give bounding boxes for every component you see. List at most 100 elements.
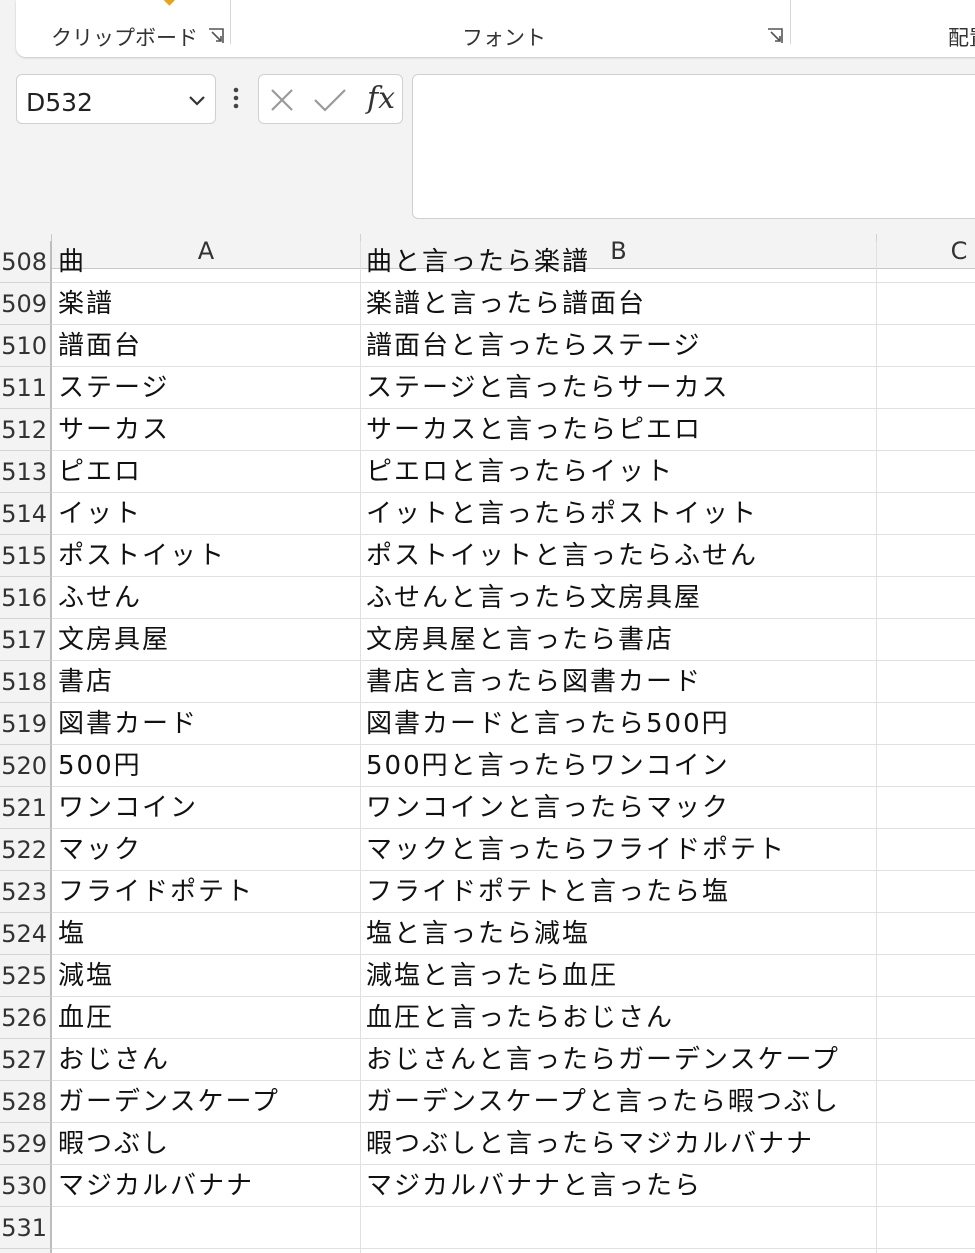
cell-a[interactable]: ふせん — [52, 577, 361, 619]
paste-icon[interactable]: ◆ — [164, 0, 178, 8]
cell-b[interactable]: ポストイットと言ったらふせん — [361, 535, 877, 577]
cell-b[interactable]: ピエロと言ったらイット — [361, 451, 877, 493]
cell-a[interactable]: 文房具屋 — [52, 619, 361, 661]
cell-a[interactable]: サーカス — [52, 409, 361, 451]
cell-b[interactable]: 書店と言ったら図書カード — [361, 661, 877, 703]
row-header[interactable]: 511 — [0, 367, 52, 409]
cell-c[interactable] — [877, 997, 975, 1039]
row-header[interactable]: 525 — [0, 955, 52, 997]
cell-c[interactable] — [877, 1123, 975, 1165]
cell-b[interactable]: 図書カードと言ったら500円 — [361, 703, 877, 745]
more-options-icon[interactable] — [231, 86, 241, 114]
row-header[interactable]: 523 — [0, 871, 52, 913]
cell-c[interactable] — [877, 1039, 975, 1081]
row-header[interactable]: 510 — [0, 325, 52, 367]
cell-c[interactable] — [877, 1165, 975, 1207]
cell-c[interactable] — [877, 409, 975, 451]
cell-c[interactable] — [877, 367, 975, 409]
cell-c[interactable] — [877, 619, 975, 661]
cell-b[interactable]: 血圧と言ったらおじさん — [361, 997, 877, 1039]
row-header[interactable]: 521 — [0, 787, 52, 829]
cell-a[interactable]: 曲 — [52, 241, 361, 283]
cell-b[interactable]: ステージと言ったらサーカス — [361, 367, 877, 409]
cell-b[interactable]: 塩と言ったら減塩 — [361, 913, 877, 955]
cell-b[interactable]: ガーデンスケープと言ったら暇つぶし — [361, 1081, 877, 1123]
cell-b[interactable] — [361, 1207, 877, 1249]
cell-c[interactable] — [877, 703, 975, 745]
cell-a[interactable]: 図書カード — [52, 703, 361, 745]
cell-c[interactable] — [877, 577, 975, 619]
cell-b[interactable]: マジカルバナナと言ったら — [361, 1165, 877, 1207]
close-icon[interactable] — [269, 87, 295, 113]
row-header[interactable]: 522 — [0, 829, 52, 871]
row-header[interactable]: 513 — [0, 451, 52, 493]
cell-b[interactable]: サーカスと言ったらピエロ — [361, 409, 877, 451]
cell-a[interactable]: 譜面台 — [52, 325, 361, 367]
cell-a[interactable]: マジカルバナナ — [52, 1165, 361, 1207]
cell-c[interactable] — [877, 283, 975, 325]
row-header[interactable]: 527 — [0, 1039, 52, 1081]
cell-b[interactable]: 暇つぶしと言ったらマジカルバナナ — [361, 1123, 877, 1165]
cell-b[interactable]: 楽譜と言ったら譜面台 — [361, 283, 877, 325]
cell-a[interactable]: おじさん — [52, 1039, 361, 1081]
row-header[interactable]: 516 — [0, 577, 52, 619]
cell-b[interactable]: ワンコインと言ったらマック — [361, 787, 877, 829]
formula-input[interactable] — [412, 74, 975, 219]
cell-a[interactable]: ピエロ — [52, 451, 361, 493]
cell-c[interactable] — [877, 325, 975, 367]
cell-a[interactable]: マック — [52, 829, 361, 871]
cell-c[interactable] — [877, 871, 975, 913]
row-header[interactable]: 528 — [0, 1081, 52, 1123]
insert-function-button[interactable]: fx — [367, 81, 395, 116]
clipboard-dialog-launcher-icon[interactable] — [208, 28, 224, 44]
chevron-down-icon[interactable] — [187, 90, 207, 110]
cell-c[interactable] — [877, 745, 975, 787]
cell-a[interactable]: 血圧 — [52, 997, 361, 1039]
cell-a[interactable]: 暇つぶし — [52, 1123, 361, 1165]
cell-c[interactable] — [877, 1207, 975, 1249]
row-header[interactable]: 518 — [0, 661, 52, 703]
cell-a[interactable]: ポストイット — [52, 535, 361, 577]
row-header[interactable]: 532 — [0, 1249, 52, 1253]
font-dialog-launcher-icon[interactable] — [767, 28, 783, 44]
cell-b[interactable]: 減塩と言ったら血圧 — [361, 955, 877, 997]
cell-b[interactable] — [361, 1249, 877, 1253]
cell-a[interactable] — [52, 1207, 361, 1249]
cell-c[interactable] — [877, 451, 975, 493]
cell-c[interactable] — [877, 1249, 975, 1253]
cell-b[interactable]: 譜面台と言ったらステージ — [361, 325, 877, 367]
row-header[interactable]: 524 — [0, 913, 52, 955]
row-header[interactable]: 509 — [0, 283, 52, 325]
cell-c[interactable] — [877, 829, 975, 871]
row-header[interactable]: 517 — [0, 619, 52, 661]
cell-b[interactable]: 文房具屋と言ったら書店 — [361, 619, 877, 661]
cell-c[interactable] — [877, 241, 975, 283]
cell-b[interactable]: マックと言ったらフライドポテト — [361, 829, 877, 871]
cell-b[interactable]: おじさんと言ったらガーデンスケープ — [361, 1039, 877, 1081]
cell-a[interactable]: ステージ — [52, 367, 361, 409]
cell-c[interactable] — [877, 955, 975, 997]
cell-c[interactable] — [877, 535, 975, 577]
row-header[interactable]: 520 — [0, 745, 52, 787]
row-header[interactable]: 531 — [0, 1207, 52, 1249]
cell-a[interactable]: ガーデンスケープ — [52, 1081, 361, 1123]
row-header[interactable]: 514 — [0, 493, 52, 535]
cell-a[interactable] — [52, 1249, 361, 1253]
cell-c[interactable] — [877, 913, 975, 955]
row-header[interactable]: 512 — [0, 409, 52, 451]
cell-a[interactable]: フライドポテト — [52, 871, 361, 913]
cell-b[interactable]: 曲と言ったら楽譜 — [361, 241, 877, 283]
cell-a[interactable]: 楽譜 — [52, 283, 361, 325]
row-header[interactable]: 529 — [0, 1123, 52, 1165]
cell-b[interactable]: イットと言ったらポストイット — [361, 493, 877, 535]
cell-b[interactable]: ふせんと言ったら文房具屋 — [361, 577, 877, 619]
name-box[interactable]: D532 — [16, 74, 216, 124]
cell-c[interactable] — [877, 661, 975, 703]
row-header[interactable]: 508 — [0, 241, 52, 283]
cell-b[interactable]: 500円と言ったらワンコイン — [361, 745, 877, 787]
cell-b[interactable]: フライドポテトと言ったら塩 — [361, 871, 877, 913]
cell-c[interactable] — [877, 1081, 975, 1123]
cell-a[interactable]: 500円 — [52, 745, 361, 787]
cell-a[interactable]: イット — [52, 493, 361, 535]
row-header[interactable]: 526 — [0, 997, 52, 1039]
